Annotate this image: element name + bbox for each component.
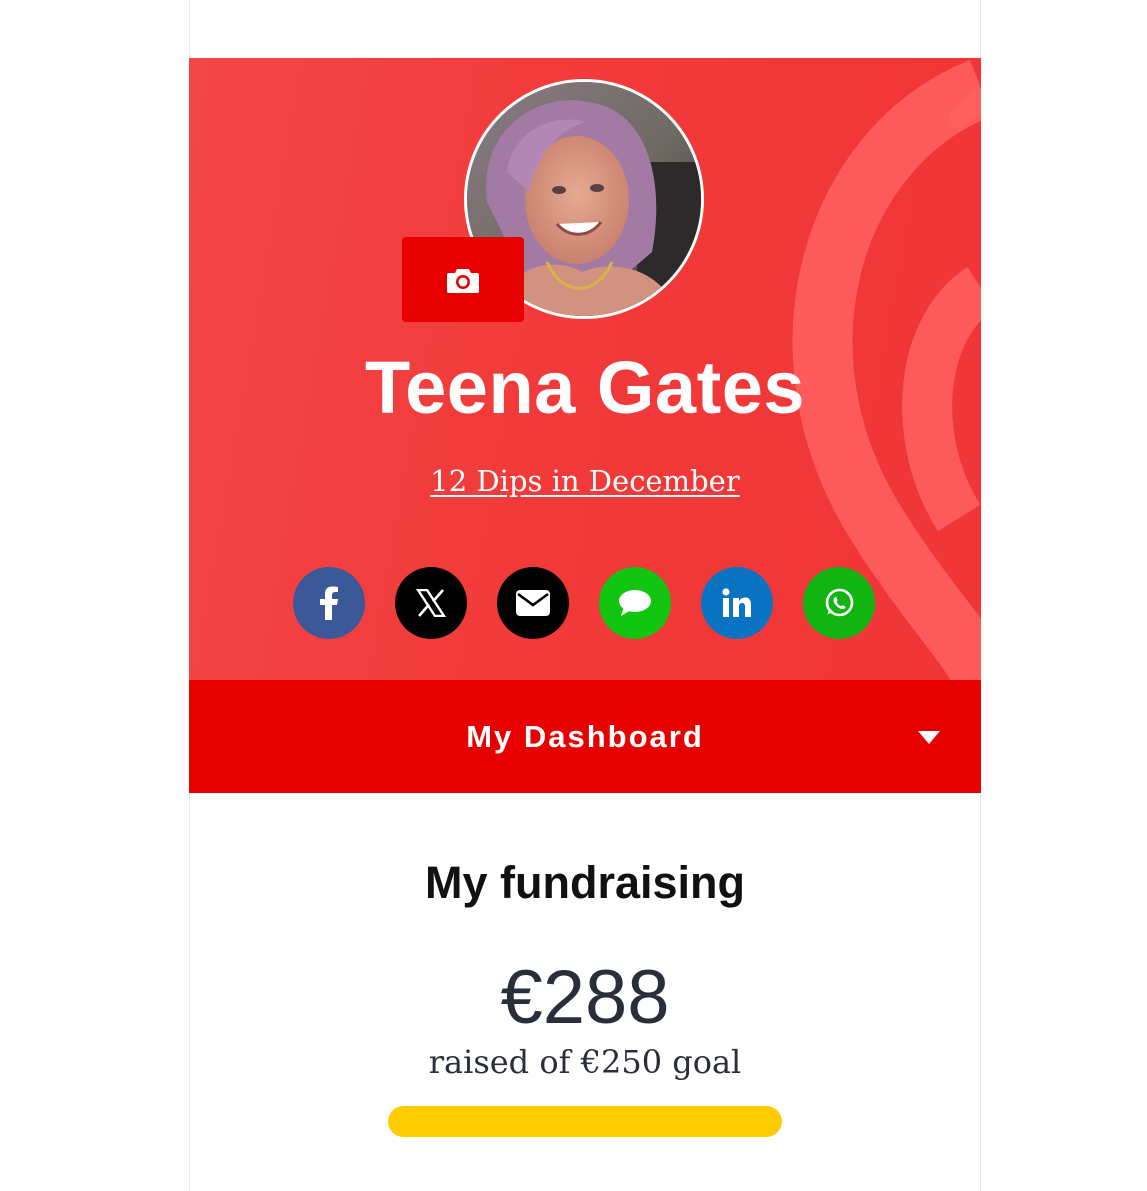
- x-icon: [416, 589, 446, 617]
- chat-bubble-icon: [619, 590, 651, 616]
- progress-fill: [388, 1106, 782, 1137]
- dashboard-label: My Dashboard: [466, 719, 704, 754]
- change-photo-button[interactable]: [402, 237, 524, 322]
- share-linkedin-button[interactable]: [701, 567, 773, 639]
- share-email-button[interactable]: [497, 567, 569, 639]
- share-whatsapp-button[interactable]: [803, 567, 875, 639]
- linkedin-icon: [722, 588, 751, 617]
- camera-icon: [447, 268, 479, 293]
- goal-text: raised of €250 goal: [428, 1043, 742, 1081]
- progress-bar: [388, 1106, 782, 1137]
- profile-name: Teena Gates: [364, 346, 806, 429]
- envelope-icon: [516, 590, 550, 616]
- caret-down-icon: [918, 731, 940, 744]
- share-sms-button[interactable]: [599, 567, 671, 639]
- raised-amount: €288: [500, 955, 670, 1040]
- fundraising-title: My fundraising: [424, 857, 745, 908]
- share-buttons: [293, 567, 875, 639]
- profile-hero: Teena Gates 12 Dips in December: [189, 58, 981, 680]
- share-facebook-button[interactable]: [293, 567, 365, 639]
- dashboard-toggle[interactable]: My Dashboard: [189, 680, 981, 793]
- share-x-button[interactable]: [395, 567, 467, 639]
- whatsapp-icon: [825, 588, 854, 617]
- event-link[interactable]: 12 Dips in December: [430, 464, 739, 498]
- facebook-icon: [320, 586, 338, 620]
